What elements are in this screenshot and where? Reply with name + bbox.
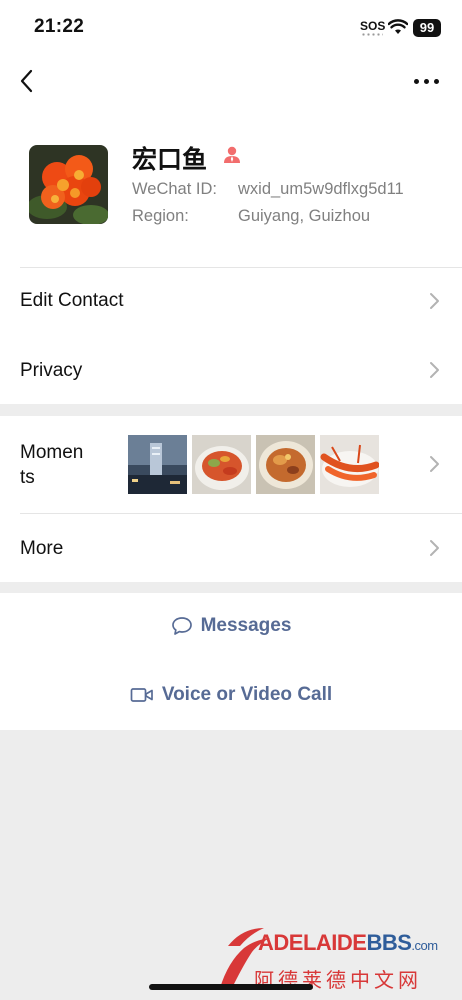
section-gap bbox=[0, 404, 462, 416]
battery-indicator: 99 bbox=[413, 19, 441, 37]
edit-contact-label: Edit Contact bbox=[20, 290, 124, 311]
messages-label: Messages bbox=[200, 615, 292, 636]
privacy-label: Privacy bbox=[20, 360, 83, 381]
watermark-brand: ADELAIDEBBS.com bbox=[258, 930, 438, 955]
wifi-icon bbox=[388, 19, 408, 34]
chevron-right-icon bbox=[430, 293, 439, 309]
signal-dots bbox=[361, 33, 383, 36]
wechat-id-value: wxid_um5w9dflxg5d11 bbox=[238, 180, 404, 198]
status-bar: 21:22 SOS 99 bbox=[0, 0, 462, 56]
moments-thumbnail[interactable] bbox=[320, 435, 379, 494]
moments-label: Momen ts bbox=[20, 440, 100, 490]
home-indicator[interactable] bbox=[149, 984, 313, 990]
region-label: Region: bbox=[132, 207, 189, 225]
chevron-left-icon[interactable] bbox=[16, 66, 40, 96]
more-dots-icon[interactable] bbox=[413, 74, 441, 88]
person-icon bbox=[224, 146, 240, 163]
moments-thumbnail[interactable] bbox=[128, 435, 187, 494]
messages-button[interactable]: Messages bbox=[0, 615, 462, 637]
chat-bubble-icon bbox=[171, 617, 192, 635]
moments-thumbnail[interactable] bbox=[256, 435, 315, 494]
chevron-right-icon bbox=[430, 456, 439, 472]
privacy-row[interactable]: Privacy bbox=[0, 336, 462, 404]
clock: 21:22 bbox=[34, 16, 85, 37]
moments-label-text: Momen ts bbox=[20, 442, 84, 488]
wechat-id-label: WeChat ID: bbox=[132, 180, 217, 198]
more-label: More bbox=[20, 538, 64, 559]
moments-thumbnail[interactable] bbox=[192, 435, 251, 494]
more-row[interactable]: More bbox=[0, 514, 462, 582]
video-camera-icon bbox=[130, 688, 153, 702]
avatar[interactable] bbox=[29, 145, 108, 224]
edit-contact-row[interactable]: Edit Contact bbox=[0, 268, 462, 336]
chevron-right-icon bbox=[430, 362, 439, 378]
chevron-right-icon bbox=[430, 540, 439, 556]
contact-name: 宏口鱼 bbox=[132, 145, 208, 174]
sos-indicator: SOS bbox=[360, 19, 386, 33]
region-value: Guiyang, Guizhou bbox=[238, 207, 371, 225]
voice-video-call-label: Voice or Video Call bbox=[161, 684, 333, 705]
voice-video-call-button[interactable]: Voice or Video Call bbox=[0, 684, 462, 706]
section-gap bbox=[0, 582, 462, 593]
